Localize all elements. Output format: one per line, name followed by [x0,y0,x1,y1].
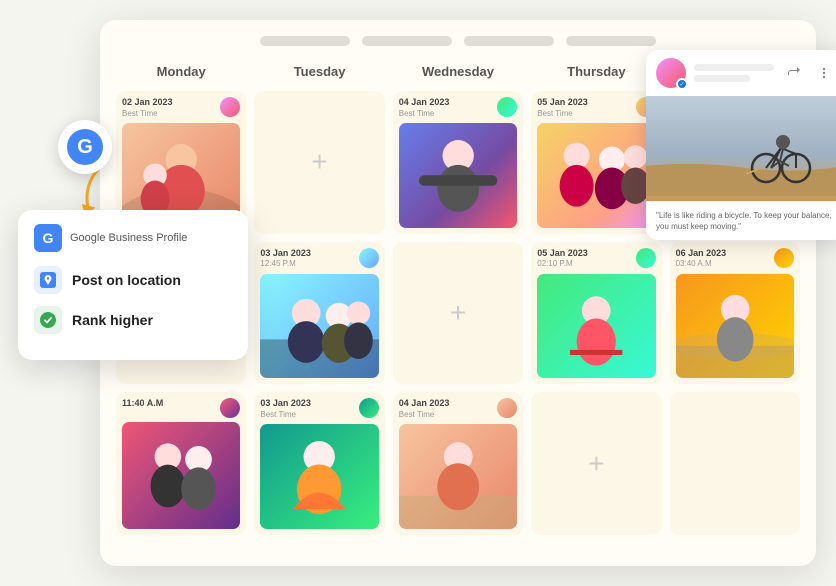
post-line-1 [694,64,774,71]
cell-image [399,123,517,228]
tab-2[interactable] [362,36,452,46]
cell-fri-r2 [670,392,800,535]
rank-icon [34,306,62,334]
rank-label: Rank higher [72,312,153,328]
cell-fri-r1[interactable]: 06 Jan 2023 03:40 A.M [670,242,800,385]
cell-image [260,424,378,529]
post-avatar [656,58,686,88]
post-header [646,50,836,96]
avatar [220,398,240,418]
post-text-preview [694,64,774,82]
cell-mon-r2[interactable]: 11:40 A.M [116,392,246,535]
post-preview-card: "Life is like riding a bicycle. To keep … [646,50,836,240]
day-thursday: Thursday [531,60,661,83]
popup-card: G Google Business Profile Post on locati… [18,210,248,360]
cell-image [537,123,655,228]
avatar [497,398,517,418]
cell-tue-r1[interactable]: 03 Jan 2023 12:45 P.M [254,242,384,385]
post-line-2 [694,75,750,82]
cell-wed-r2[interactable]: 04 Jan 2023 Best Time [393,392,523,535]
cell-thu-r2[interactable]: + [531,392,661,535]
popup-brand: G Google Business Profile [34,224,232,252]
cell-wed-r1[interactable]: + [393,242,523,385]
brand-label: Google Business Profile [70,232,187,244]
top-tabs [116,36,800,46]
cell-tue-r2[interactable]: 03 Jan 2023 Best Time [254,392,384,535]
google-g-letter: G [67,129,103,165]
google-badge[interactable]: G [58,120,112,174]
more-icon[interactable] [812,61,836,85]
popup-item-rank[interactable]: Rank higher [34,306,232,334]
cell-thu-r1[interactable]: 05 Jan 2023 02:10 P.M [531,242,661,385]
cell-image [399,424,517,529]
day-tuesday: Tuesday [254,60,384,83]
cell-image [260,274,378,379]
cell-image [537,274,655,379]
tab-1[interactable] [260,36,350,46]
avatar [359,248,379,268]
verified-badge [676,78,688,90]
location-icon [34,266,62,294]
day-monday: Monday [116,60,246,83]
post-quote: "Life is like riding a bicycle. To keep … [646,201,836,240]
avatar [497,97,517,117]
tab-3[interactable] [464,36,554,46]
post-image [646,96,836,201]
cell-thu-r0[interactable]: 05 Jan 2023 Best Time [531,91,661,234]
avatar [636,248,656,268]
popup-item-location[interactable]: Post on location [34,266,232,294]
cell-image [122,422,240,529]
avatar [359,398,379,418]
day-wednesday: Wednesday [393,60,523,83]
share-icon[interactable] [782,61,806,85]
cell-wed-r0[interactable]: 04 Jan 2023 Best Time [393,91,523,234]
cell-tue-r0[interactable]: + [254,91,384,234]
tab-4[interactable] [566,36,656,46]
avatar [220,97,240,117]
google-brand-icon: G [34,224,62,252]
avatar [774,248,794,268]
location-label: Post on location [72,272,181,288]
post-actions [782,61,836,85]
cell-image [676,274,794,379]
